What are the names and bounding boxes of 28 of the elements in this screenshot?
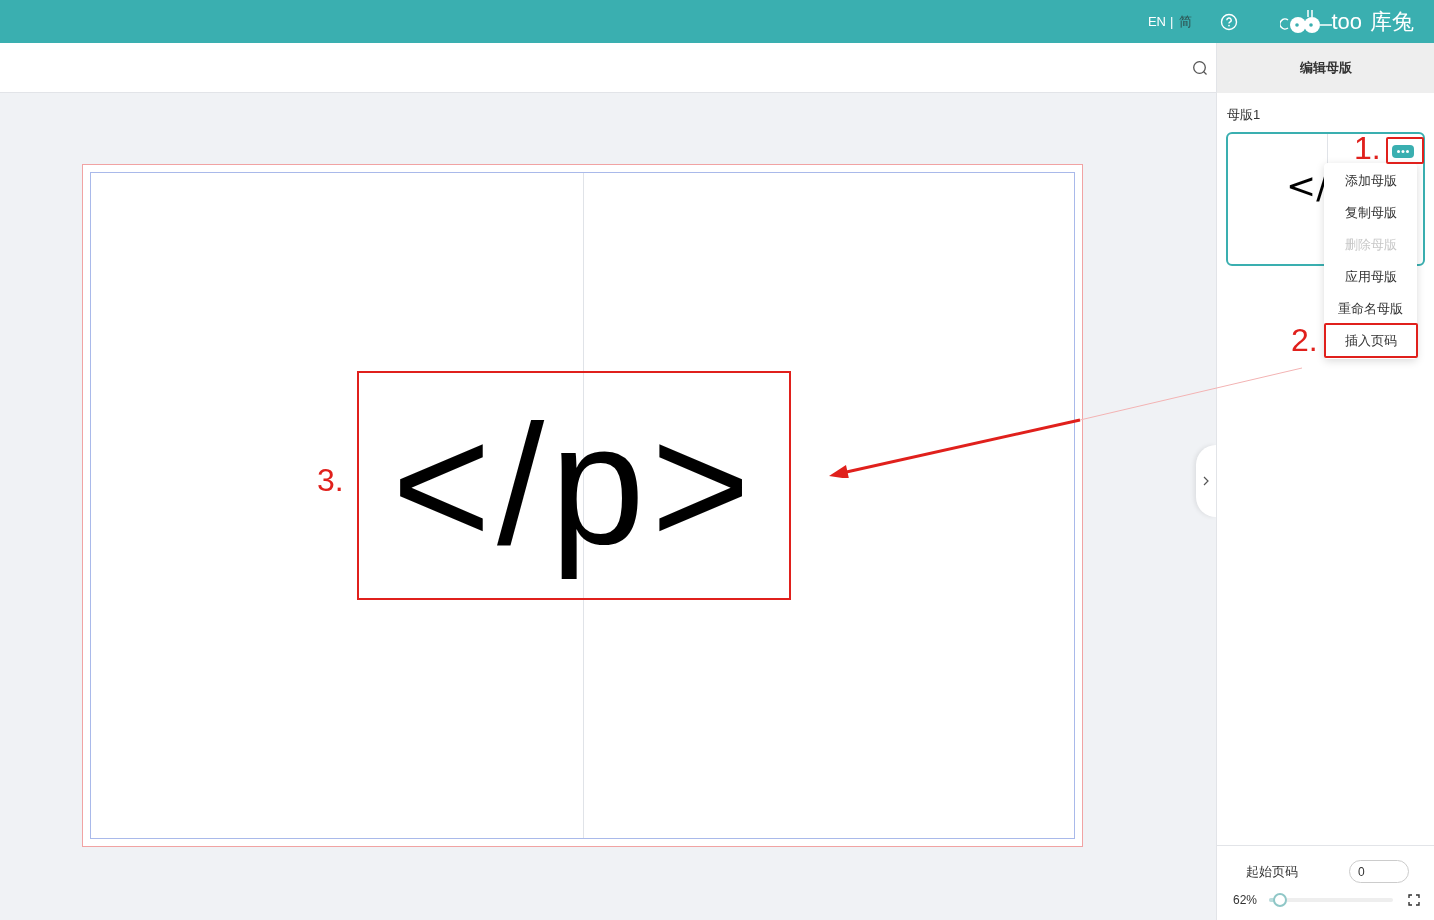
more-button[interactable] [1392, 144, 1414, 158]
menu-item[interactable]: 复制母版 [1324, 197, 1417, 229]
menu-item[interactable]: 插入页码 [1324, 325, 1417, 357]
help-icon[interactable] [1220, 12, 1239, 31]
zoom-slider[interactable] [1269, 893, 1394, 907]
annotation-number: 3. [317, 464, 344, 496]
language-zh[interactable]: 简 [1179, 11, 1193, 32]
annotation-number: 1. [1354, 132, 1381, 164]
menu-item[interactable]: 应用母版 [1324, 261, 1417, 293]
master-label[interactable]: 母版1 [1227, 105, 1434, 125]
zoom-reading: 62% [1233, 892, 1258, 909]
zoom-thumb[interactable] [1273, 893, 1288, 907]
language-separator: | [1170, 12, 1174, 31]
logo-icon [1280, 7, 1333, 36]
page-number-placeholder[interactable]: </p> [357, 371, 791, 600]
fullscreen-icon[interactable] [1408, 894, 1420, 906]
more-icon [1397, 149, 1409, 153]
panel-title: 编辑母版 [1299, 59, 1352, 78]
menu-item[interactable]: 添加母版 [1324, 165, 1417, 197]
menu-item[interactable]: 重命名母版 [1324, 293, 1417, 325]
logo-text: too [1331, 8, 1362, 36]
search-icon[interactable] [1192, 59, 1208, 76]
annotation-box [1386, 137, 1424, 164]
annotation-number: 2. [1291, 324, 1318, 356]
logo-chinese: 库兔 [1370, 8, 1414, 36]
chevron-right-icon [1202, 476, 1210, 486]
start-page-label: 起始页码 [1246, 862, 1298, 881]
placeholder-text: </p> [391, 388, 757, 582]
